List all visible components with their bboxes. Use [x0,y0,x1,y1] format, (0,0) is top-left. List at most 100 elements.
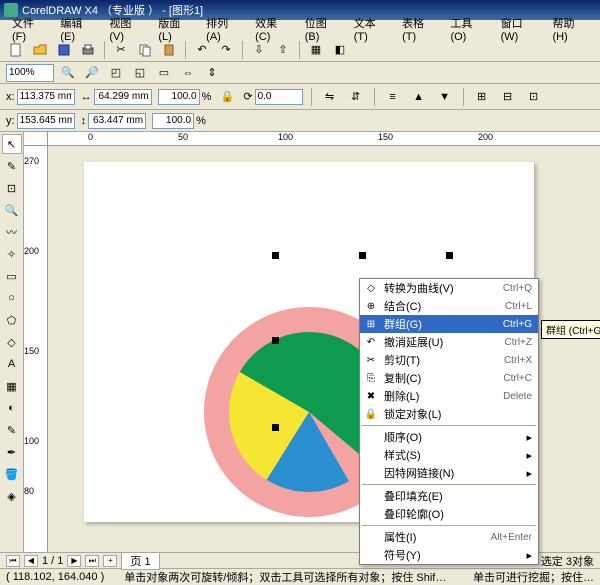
open-icon[interactable] [30,40,50,60]
property-bar: x: ↔ % 🔒 ⟳ ⇋ ⇵ ≡ ▲ ▼ ⊞ ⊟ ⊡ [0,84,600,110]
smart-fill-icon[interactable]: ✧ [2,244,22,264]
ungroup-all-icon[interactable]: ⊡ [524,87,544,107]
zoom-combo[interactable] [6,64,54,82]
ruler-vertical[interactable]: 270 200 150 100 80 [24,146,48,552]
cm-undo[interactable]: ↶撤消延展(U)Ctrl+Z [360,333,538,351]
cm-copy[interactable]: ⎘复制(C)Ctrl+C [360,369,538,387]
cm-overprint-outline[interactable]: 叠印轮廓(O) [360,505,538,523]
cm-separator [362,425,536,426]
cm-convert-curves[interactable]: ◇转换为曲线(V)Ctrl+Q [360,279,538,297]
cm-group[interactable]: ⊞群组(G)Ctrl+G [360,315,538,333]
w-input[interactable] [94,89,152,105]
new-icon[interactable] [6,40,26,60]
save-icon[interactable] [54,40,74,60]
zoom-sel-icon[interactable]: ◰ [106,63,126,83]
last-page-icon[interactable]: ⏭ [85,555,99,567]
table-tool-icon[interactable]: ▦ [2,376,22,396]
selection-handle[interactable] [272,424,279,431]
zoom-in-icon[interactable]: 🔍 [58,63,78,83]
h-input[interactable] [88,113,146,129]
interactive-fill-icon[interactable]: ◈ [2,486,22,506]
zoom-width-icon[interactable]: ⇔ [178,63,198,83]
cut-icon[interactable]: ✂ [111,40,131,60]
cm-combine[interactable]: ⊕结合(C)Ctrl+L [360,297,538,315]
basic-shapes-icon[interactable]: ◇ [2,332,22,352]
app-launcher-icon[interactable]: ▦ [306,40,326,60]
to-front-icon[interactable]: ▲ [409,87,429,107]
selection-handle[interactable] [272,252,279,259]
align-icon[interactable]: ≡ [383,87,403,107]
cm-link[interactable]: 因特网链接(N)▸ [360,464,538,482]
cm-symbol[interactable]: 符号(Y)▸ [360,546,538,564]
mirror-v-icon[interactable]: ⇵ [346,87,366,107]
ruler-origin[interactable] [24,132,48,146]
paste-icon[interactable] [159,40,179,60]
next-page-icon[interactable]: ▶ [67,555,81,567]
print-icon[interactable] [78,40,98,60]
welcome-icon[interactable]: ◧ [330,40,350,60]
group-icon[interactable]: ⊞ [472,87,492,107]
outline-tool-icon[interactable]: ✒ [2,442,22,462]
first-page-icon[interactable]: ⏮ [6,555,20,567]
cm-overprint-fill[interactable]: 叠印填充(E) [360,487,538,505]
menu-help[interactable]: 帮助(H) [546,14,594,44]
crop-tool-icon[interactable]: ⊡ [2,178,22,198]
percent-label-2: % [196,115,206,127]
zoom-page-icon[interactable]: ▭ [154,63,174,83]
delete-icon: ✖ [364,389,378,403]
prev-page-icon[interactable]: ◀ [24,555,38,567]
scale-y-input[interactable] [152,113,194,129]
menu-window[interactable]: 窗口(W) [495,14,545,44]
zoom-all-icon[interactable]: ◱ [130,63,150,83]
undo-icon[interactable]: ↶ [192,40,212,60]
cm-cut[interactable]: ✂剪切(T)Ctrl+X [360,351,538,369]
cm-properties[interactable]: 属性(I)Alt+Enter [360,528,538,546]
selection-handle[interactable] [272,337,279,344]
export-icon[interactable]: ⇧ [273,40,293,60]
import-icon[interactable]: ⇩ [249,40,269,60]
toolbox: ↖ ✎ ⊡ 🔍 〰 ✧ ▭ ○ ⬠ ◇ A ▦ ◐ ✎ ✒ 🪣 ◈ [0,132,24,552]
ungroup-icon[interactable]: ⊟ [498,87,518,107]
text-tool-icon[interactable]: A [2,354,22,374]
add-page-icon[interactable]: + [103,555,117,567]
cm-style[interactable]: 样式(S)▸ [360,446,538,464]
mirror-h-icon[interactable]: ⇋ [320,87,340,107]
y-input[interactable] [17,113,75,129]
cm-order[interactable]: 顺序(O)▸ [360,428,538,446]
menu-text[interactable]: 文本(T) [348,14,394,44]
freehand-tool-icon[interactable]: 〰 [2,222,22,242]
zoom-out-icon[interactable]: 🔎 [82,63,102,83]
cm-delete[interactable]: ✖删除(L)Delete [360,387,538,405]
x-label: x: [6,91,15,103]
ruler-horizontal[interactable]: 0 50 100 150 200 [48,132,600,146]
eyedropper-tool-icon[interactable]: ✎ [2,420,22,440]
zoom-height-icon[interactable]: ⇕ [202,63,222,83]
tooltip: 群组 (Ctrl+G) [541,320,600,339]
page-tab[interactable]: 页 1 [121,552,159,570]
selection-handle[interactable] [359,252,366,259]
to-back-icon[interactable]: ▼ [435,87,455,107]
cm-lock[interactable]: 🔒锁定对象(L) [360,405,538,423]
x-input[interactable] [17,89,75,105]
copy-icon[interactable] [135,40,155,60]
submenu-arrow-icon: ▸ [526,449,532,462]
combine-icon: ⊕ [364,299,378,313]
lock-ratio-icon[interactable]: 🔒 [217,87,237,107]
ellipse-tool-icon[interactable]: ○ [2,288,22,308]
redo-icon[interactable]: ↷ [216,40,236,60]
copy-icon: ⎘ [364,371,378,385]
submenu-arrow-icon: ▸ [526,467,532,480]
rectangle-tool-icon[interactable]: ▭ [2,266,22,286]
polygon-tool-icon[interactable]: ⬠ [2,310,22,330]
shape-tool-icon[interactable]: ✎ [2,156,22,176]
menu-table[interactable]: 表格(T) [396,14,442,44]
blend-tool-icon[interactable]: ◐ [2,398,22,418]
cm-separator [362,484,536,485]
menu-tools[interactable]: 工具(O) [444,14,492,44]
pick-tool-icon[interactable]: ↖ [2,134,22,154]
fill-tool-icon[interactable]: 🪣 [2,464,22,484]
angle-input[interactable] [255,89,303,105]
zoom-tool-icon[interactable]: 🔍 [2,200,22,220]
selection-handle[interactable] [446,252,453,259]
scale-x-input[interactable] [158,89,200,105]
